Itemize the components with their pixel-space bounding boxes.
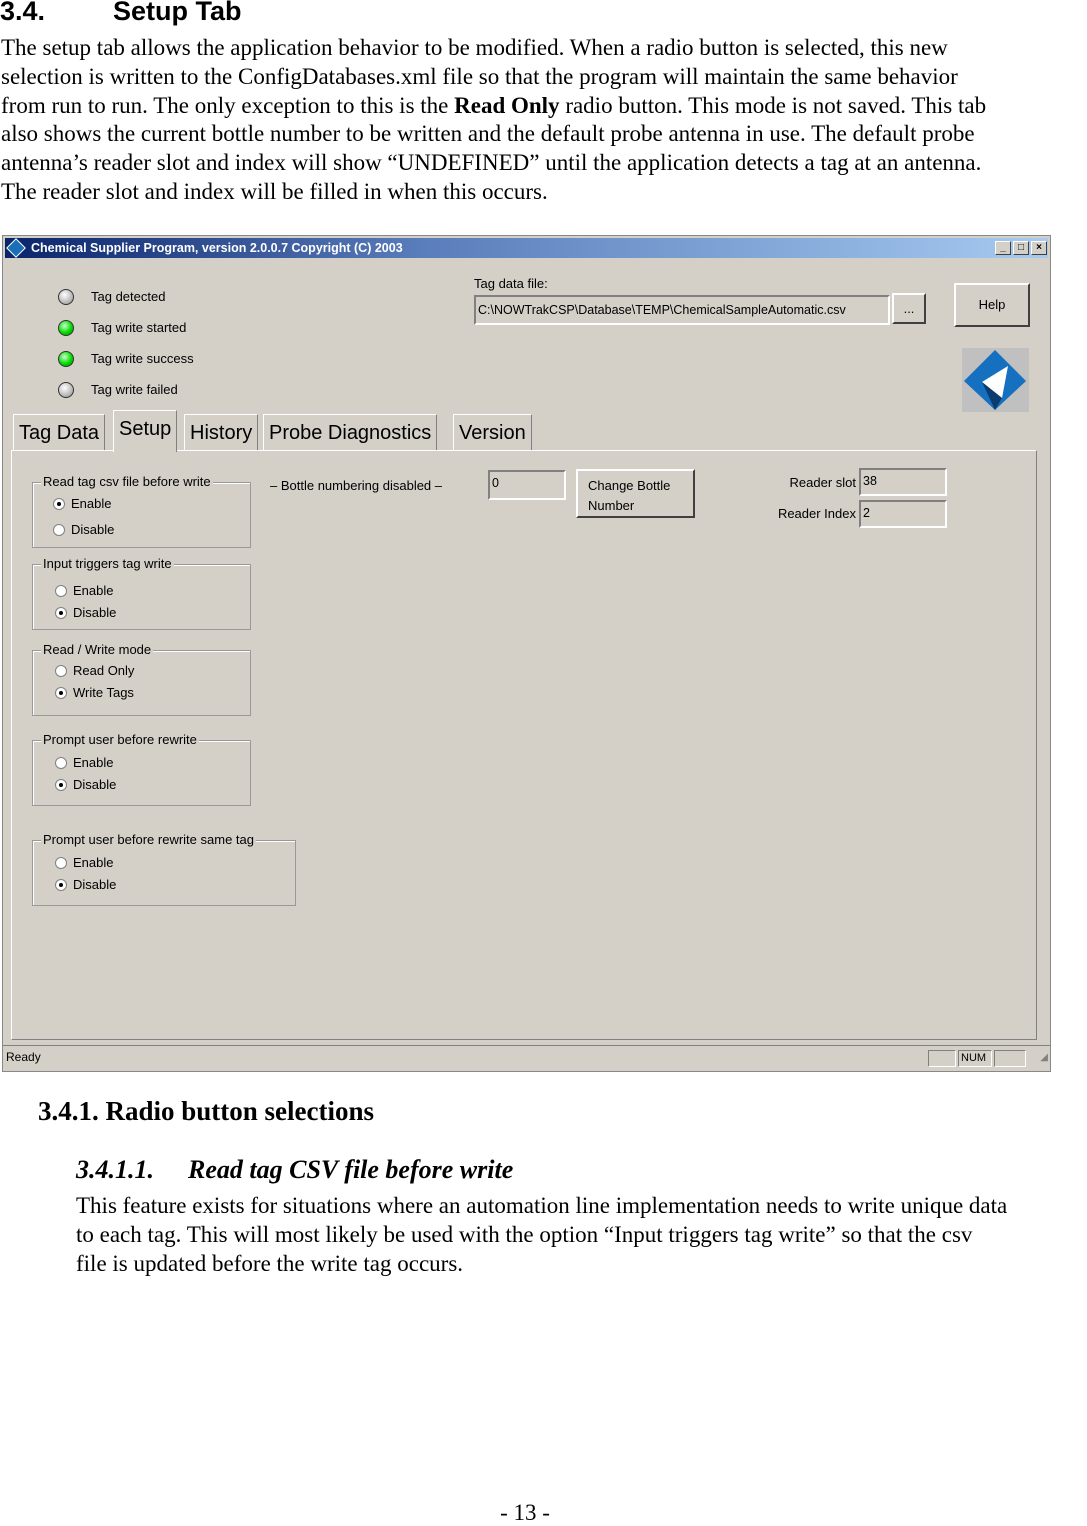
- bottle-number-input[interactable]: 0: [488, 470, 566, 500]
- reader-slot-input[interactable]: 38: [859, 468, 947, 496]
- tag-write-started-indicator-icon: [58, 320, 74, 336]
- indicator-label: Tag write started: [91, 320, 187, 335]
- maximize-button[interactable]: □: [1013, 241, 1029, 255]
- tab-history[interactable]: History: [184, 414, 259, 450]
- section-heading: 3.4. Setup Tab: [0, 0, 242, 26]
- app-icon: [6, 238, 26, 258]
- close-button[interactable]: ×: [1031, 241, 1047, 255]
- change-bottle-number-button[interactable]: Change Bottle Number: [576, 469, 695, 518]
- minimize-button[interactable]: _: [995, 241, 1011, 255]
- tag-detected-indicator-icon: [58, 289, 74, 305]
- status-bar: Ready NUM ◢: [3, 1045, 1050, 1071]
- resize-grip-icon[interactable]: ◢: [1040, 1047, 1048, 1069]
- tab-version[interactable]: Version: [453, 414, 532, 450]
- indicator-label: Tag write success: [91, 351, 194, 366]
- group-read-write-mode: Read / Write mode Read Only Write Tags: [32, 642, 251, 716]
- status-pane: [928, 1050, 956, 1067]
- group-prompt-rewrite: Prompt user before rewrite Enable Disabl…: [32, 732, 251, 806]
- radio-input-triggers-disable[interactable]: Disable: [55, 605, 116, 620]
- group-input-triggers: Input triggers tag write Enable Disable: [32, 556, 251, 630]
- bottle-numbering-label: – Bottle numbering disabled –: [270, 478, 443, 493]
- tab-tag-data[interactable]: Tag Data: [13, 414, 106, 450]
- setup-panel: Read tag csv file before write Enable Di…: [11, 450, 1037, 1040]
- radio-read-only[interactable]: Read Only: [55, 663, 134, 678]
- group-read-csv: Read tag csv file before write Enable Di…: [32, 474, 251, 548]
- body-paragraph: This feature exists for situations where…: [76, 1193, 1008, 1276]
- company-logo: [962, 348, 1029, 412]
- tab-probe-diagnostics[interactable]: Probe Diagnostics: [263, 414, 438, 450]
- app-window: Chemical Supplier Program, version 2.0.0…: [2, 235, 1051, 1072]
- radio-same-tag-disable[interactable]: Disable: [55, 877, 116, 892]
- browse-button[interactable]: ...: [892, 293, 926, 324]
- radio-input-triggers-enable[interactable]: Enable: [55, 583, 113, 598]
- radio-write-tags[interactable]: Write Tags: [55, 685, 134, 700]
- status-pane: [994, 1050, 1026, 1067]
- tag-write-success-indicator-icon: [58, 351, 74, 367]
- reader-index-label: Reader Index: [777, 506, 856, 521]
- radio-same-tag-enable[interactable]: Enable: [55, 855, 113, 870]
- page-number: - 13 -: [500, 1500, 550, 1525]
- subsection-heading: 3.4.1. Radio button selections: [38, 1096, 375, 1126]
- reader-slot-label: Reader slot: [789, 475, 856, 490]
- title-bar: Chemical Supplier Program, version 2.0.0…: [5, 238, 1048, 258]
- num-lock-indicator: NUM: [958, 1050, 992, 1067]
- radio-read-csv-disable[interactable]: Disable: [53, 522, 114, 537]
- tag-file-label: Tag data file:: [474, 276, 548, 291]
- reader-index-input[interactable]: 2: [859, 500, 947, 528]
- indicator-label: Tag write failed: [91, 382, 178, 397]
- tag-write-failed-indicator-icon: [58, 382, 74, 398]
- intro-paragraph: The setup tab allows the application beh…: [1, 35, 987, 204]
- radio-prompt-rewrite-enable[interactable]: Enable: [55, 755, 113, 770]
- group-prompt-rewrite-same-tag: Prompt user before rewrite same tag Enab…: [32, 832, 296, 906]
- tag-file-input[interactable]: C:\NOWTrakCSP\Database\TEMP\ChemicalSamp…: [474, 295, 890, 325]
- help-button[interactable]: Help: [954, 283, 1030, 327]
- indicator-label: Tag detected: [91, 289, 166, 304]
- tab-setup[interactable]: Setup: [113, 410, 178, 452]
- subsubsection-heading: 3.4.1.1. Read tag CSV file before write: [76, 1155, 514, 1184]
- radio-read-csv-enable[interactable]: Enable: [53, 496, 111, 511]
- radio-prompt-rewrite-disable[interactable]: Disable: [55, 777, 116, 792]
